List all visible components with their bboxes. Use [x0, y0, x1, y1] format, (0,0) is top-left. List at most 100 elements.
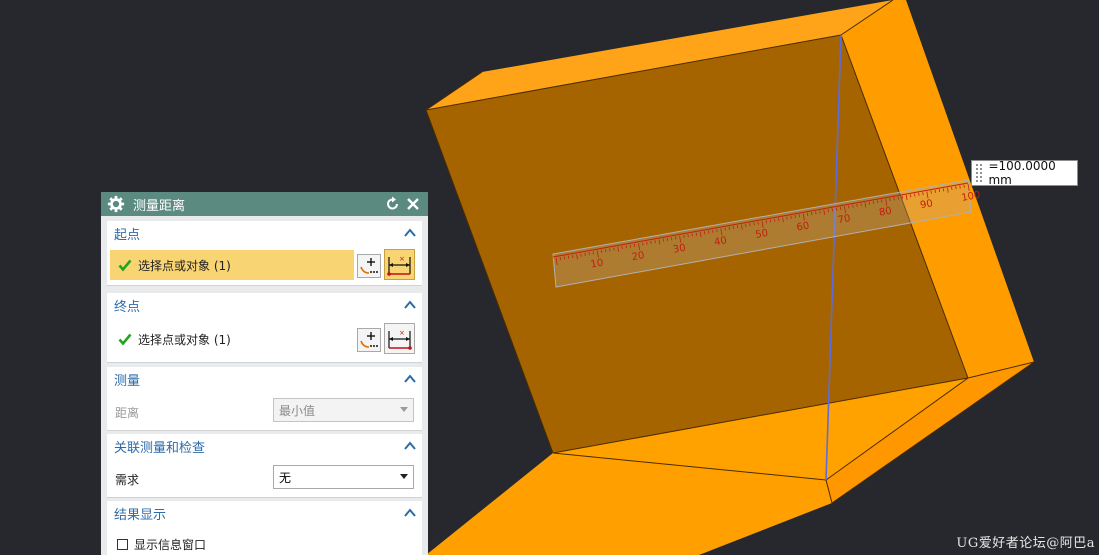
ruler-tick	[872, 200, 875, 205]
ruler-tick	[909, 194, 912, 198]
ruler-tick	[563, 256, 566, 260]
ruler-tick	[683, 234, 685, 239]
section-header-end-point[interactable]: 终点	[107, 293, 422, 317]
ruler-tick	[625, 245, 627, 249]
section-title: 结果显示	[114, 507, 167, 523]
dropdown-arrow-icon	[400, 407, 408, 412]
ruler-tick-label: 60	[796, 220, 810, 233]
ruler-tick	[876, 200, 879, 204]
ruler-tick	[708, 230, 710, 234]
section-end-point: 终点 选择点或对象 (1) ×	[107, 293, 422, 363]
ruler-tick	[646, 241, 648, 245]
ruler-tick-label: 90	[919, 198, 933, 211]
show-info-window-checkbox[interactable]	[117, 539, 128, 550]
ruler-tick	[703, 231, 706, 235]
ruler-tick	[567, 255, 570, 259]
section-start-point: 起点 选择点或对象 (1) ×	[107, 221, 422, 286]
checkmark-icon	[118, 259, 132, 272]
end-point-selector-row: 选择点或对象 (1) ×	[110, 323, 415, 354]
ruler-tick	[930, 190, 932, 194]
ruler-tick	[778, 217, 780, 222]
ruler-tick	[670, 237, 673, 241]
ruler-tick	[852, 204, 854, 208]
collapse-chevron-icon[interactable]	[403, 439, 417, 453]
distance-type-dropdown[interactable]: 最小值	[273, 398, 414, 422]
ruler-tick	[889, 197, 891, 202]
measure-distance-type-button[interactable]: ×	[384, 249, 415, 280]
dialog-title: 测量距离	[133, 198, 186, 214]
ruler-tick	[650, 240, 652, 245]
ruler-tick-label: 50	[755, 228, 769, 241]
measurement-readout[interactable]: =100.0000 mm	[971, 159, 1078, 187]
selection-label: 选择点或对象 (1)	[138, 258, 231, 273]
ruler-tick	[757, 221, 759, 225]
selection-label: 选择点或对象 (1)	[138, 332, 231, 347]
ruler-tick	[881, 199, 883, 203]
ruler-tick	[592, 251, 595, 255]
ruler-tick	[736, 225, 739, 229]
section-header-start-point[interactable]: 起点	[107, 221, 422, 245]
distance-dimension-icon: ×	[387, 255, 411, 276]
ruler-tick	[848, 205, 850, 209]
ruler-tick	[600, 249, 603, 253]
start-point-select-field[interactable]: 选择点或对象 (1)	[110, 250, 354, 280]
ruler-tick	[938, 189, 941, 193]
svg-text:×: ×	[399, 255, 405, 263]
ruler-tick	[580, 253, 582, 257]
drag-grip-icon[interactable]	[975, 163, 983, 183]
requirement-dropdown[interactable]: 无	[273, 465, 414, 489]
ruler-tick	[918, 192, 920, 196]
ruler-tick	[666, 237, 669, 242]
ruler-tick	[749, 223, 751, 227]
collapse-chevron-icon[interactable]	[403, 298, 417, 312]
distance-dimension-icon: ×	[388, 329, 412, 350]
ruler-tick	[794, 215, 796, 219]
section-title: 终点	[114, 299, 141, 315]
ruler-tick	[716, 229, 718, 233]
dropdown-value: 无	[279, 470, 292, 485]
ruler-tick	[654, 240, 656, 244]
reset-icon[interactable]	[384, 195, 402, 213]
ruler-tick	[588, 252, 590, 256]
ruler-tick	[839, 206, 842, 210]
ruler-tick	[922, 192, 924, 196]
ruler-tick	[860, 203, 862, 207]
ruler-tick	[559, 257, 562, 261]
point-dialog-button[interactable]	[357, 254, 381, 278]
measure-distance-type-button[interactable]: ×	[384, 323, 415, 354]
ruler-tick	[959, 185, 961, 189]
section-title: 测量	[114, 373, 141, 389]
ruler-tick-label: 40	[713, 235, 727, 248]
dialog-titlebar[interactable]: 测量距离	[101, 192, 428, 216]
svg-text:×: ×	[399, 329, 405, 337]
point-dialog-button[interactable]	[357, 328, 381, 352]
measure-distance-dialog: 测量距离 起点 选择点或对象 (1) × 终点 选择点或对象 (1) × 测量 …	[101, 192, 428, 555]
section-title: 起点	[114, 227, 141, 243]
collapse-chevron-icon[interactable]	[403, 226, 417, 240]
ruler-tick	[621, 246, 623, 250]
section-header-results[interactable]: 结果显示	[107, 501, 422, 525]
ruler-tick	[728, 226, 730, 230]
ruler-tick	[831, 208, 833, 212]
end-point-select-field[interactable]: 选择点或对象 (1)	[110, 324, 354, 354]
ruler-tick	[815, 211, 817, 215]
ruler-tick-label: 30	[672, 243, 686, 256]
ruler-tick	[613, 247, 615, 251]
show-info-window-option[interactable]: 显示信息窗口	[117, 536, 206, 553]
section-header-associated[interactable]: 关联测量和检查	[107, 434, 422, 458]
measurement-value: =100.0000 mm	[988, 159, 1056, 187]
watermark: UG爱好者论坛@阿巴a	[956, 536, 1095, 551]
close-icon[interactable]	[404, 195, 422, 213]
ruler-tick	[963, 184, 965, 188]
gear-icon[interactable]	[107, 195, 125, 213]
ruler-tick	[765, 220, 768, 224]
ruler-tick	[584, 252, 586, 256]
collapse-chevron-icon[interactable]	[403, 372, 417, 386]
ruler-tick	[798, 214, 801, 218]
ruler-tick	[662, 238, 665, 242]
ruler-tick	[811, 212, 813, 216]
ruler-tick	[572, 254, 574, 259]
ruler-tick	[675, 236, 677, 240]
section-header-measure[interactable]: 测量	[107, 367, 422, 391]
collapse-chevron-icon[interactable]	[403, 506, 417, 520]
